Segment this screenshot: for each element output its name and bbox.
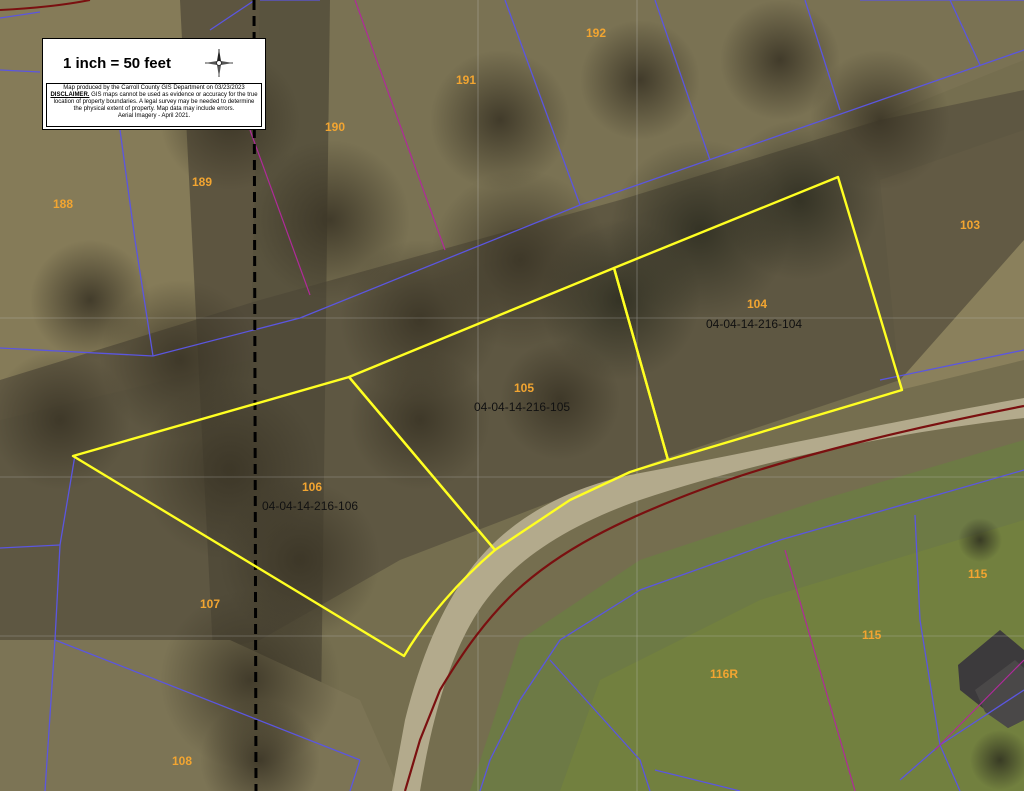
- lot-label-104: 104: [747, 297, 767, 311]
- lot-label-103: 103: [960, 218, 980, 232]
- lot-label-108: 108: [172, 754, 192, 768]
- imagery-date-text: Aerial Imagery - April 2021.: [117, 113, 191, 119]
- map-legend: 1 inch = 50 feet Map produced by the Car…: [42, 38, 266, 130]
- lot-label-115-east: 115: [968, 567, 988, 581]
- lot-label-107: 107: [200, 597, 220, 611]
- disclaimer-box: Map produced by the Carroll County GIS D…: [46, 83, 262, 127]
- parcel-id-105: 04-04-14-216-105: [474, 400, 570, 414]
- scale-label: 1 inch = 50 feet: [63, 55, 171, 72]
- lot-label-188: 188: [53, 197, 73, 211]
- lot-label-189: 189: [192, 175, 212, 189]
- lot-label-106: 106: [302, 480, 322, 494]
- disclaimer-label: DISCLAIMER.: [50, 92, 90, 98]
- parcel-id-106: 04-04-14-216-106: [262, 499, 358, 513]
- lot-label-190: 190: [325, 120, 345, 134]
- disclaimer-text: DISCLAIMER. GIS maps cannot be used as e…: [49, 92, 259, 113]
- lot-label-116r: 116R: [710, 667, 738, 681]
- produced-by-text: Map produced by the Carroll County GIS D…: [63, 85, 245, 91]
- lot-label-191: 191: [456, 73, 476, 87]
- compass-rose-icon: [205, 49, 233, 77]
- lot-label-105: 105: [514, 381, 534, 395]
- lot-label-192: 192: [586, 26, 606, 40]
- lot-label-115-west: 115: [862, 628, 882, 642]
- parcel-id-104: 04-04-14-216-104: [706, 317, 802, 331]
